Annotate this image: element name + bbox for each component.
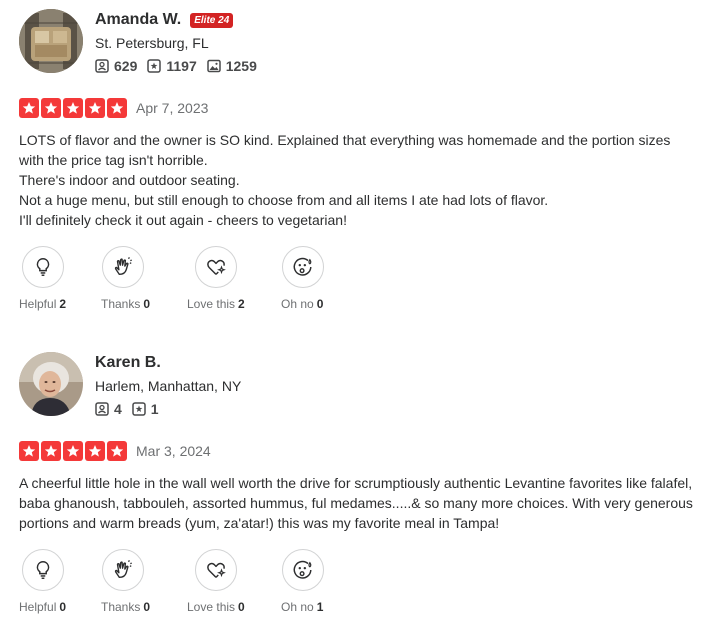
review-text: LOTS of flavor and the owner is SO kind.… [19, 130, 699, 230]
star-icon [63, 441, 83, 461]
star-icon [41, 98, 61, 118]
thanks-count: 0 [143, 297, 151, 311]
ohno-reaction: Oh no 0 [281, 246, 341, 311]
user-name[interactable]: Amanda W. [95, 11, 181, 29]
star-icon [41, 441, 61, 461]
review-date: Mar 3, 2024 [136, 443, 211, 459]
thanks-count: 0 [143, 600, 151, 614]
star-icon [19, 98, 39, 118]
surprised-face-icon [293, 257, 312, 276]
lightbulb-icon [36, 561, 50, 579]
friends-stat: 629 [95, 58, 137, 74]
ohno-count: 0 [316, 297, 324, 311]
clapping-hand-icon [114, 560, 132, 579]
reviews-count: 1 [150, 401, 159, 417]
heart-sparkle-icon [207, 259, 226, 275]
thanks-label: Thanks [101, 297, 141, 311]
user-name[interactable]: Karen B. [95, 354, 161, 372]
ohno-button[interactable] [282, 246, 324, 288]
review-line: There's indoor and outdoor seating. [19, 172, 240, 188]
user-passport: Amanda W. Elite 24 St. Petersburg, FL 62… [19, 9, 699, 77]
star-box-icon [147, 59, 162, 73]
star-icon [63, 98, 83, 118]
star-icon [107, 98, 127, 118]
love-label: Love this [187, 600, 236, 614]
review-card: Karen B. Harlem, Manhattan, NY 4 1 Mar 3… [19, 352, 699, 614]
star-rating [19, 441, 129, 461]
helpful-button[interactable] [22, 246, 64, 288]
review-line: LOTS of flavor and the owner is SO kind.… [19, 132, 671, 168]
user-passport: Karen B. Harlem, Manhattan, NY 4 1 [19, 352, 699, 420]
love-count: 2 [238, 297, 245, 311]
user-stats: 629 1197 1259 [95, 56, 267, 76]
thanks-reaction: Thanks 0 [101, 549, 187, 614]
friends-icon [95, 59, 109, 73]
reviews-count: 1197 [166, 58, 197, 74]
ohno-reaction: Oh no 1 [281, 549, 341, 614]
user-location: Harlem, Manhattan, NY [95, 378, 242, 394]
review-line: I'll definitely check it out again - che… [19, 212, 347, 228]
star-icon [107, 441, 127, 461]
helpful-reaction: Helpful 2 [19, 246, 71, 311]
love-reaction: Love this 2 [187, 246, 277, 311]
review-text: A cheerful little hole in the wall well … [19, 473, 699, 533]
thanks-reaction: Thanks 0 [101, 246, 187, 311]
user-stats: 4 1 [95, 399, 241, 419]
helpful-count: 0 [59, 600, 67, 614]
helpful-reaction: Helpful 0 [19, 549, 71, 614]
review-line: Not a huge menu, but still enough to cho… [19, 192, 549, 208]
helpful-label: Helpful [19, 600, 57, 614]
review-date: Apr 7, 2023 [136, 100, 209, 116]
review-line: A cheerful little hole in the wall well … [19, 475, 693, 531]
love-reaction: Love this 0 [187, 549, 277, 614]
thanks-button[interactable] [102, 549, 144, 591]
love-button[interactable] [195, 549, 237, 591]
helpful-button[interactable] [22, 549, 64, 591]
star-rating [19, 98, 129, 118]
avatar[interactable] [19, 352, 83, 416]
reaction-bar: Helpful 0 Thanks 0 Love this 0 Oh no 1 [19, 549, 699, 614]
star-box-icon [132, 402, 146, 416]
star-icon [85, 441, 105, 461]
ohno-label: Oh no [281, 297, 314, 311]
review-card: Amanda W. Elite 24 St. Petersburg, FL 62… [19, 9, 699, 311]
ohno-count: 1 [316, 600, 324, 614]
reviews-stat: 1197 [147, 58, 197, 74]
star-icon [19, 441, 39, 461]
ohno-button[interactable] [282, 549, 324, 591]
reviews-stat: 1 [132, 401, 159, 417]
clapping-hand-icon [114, 257, 132, 276]
ohno-label: Oh no [281, 600, 314, 614]
friends-icon [95, 402, 109, 416]
love-count: 0 [238, 600, 245, 614]
friends-count: 4 [114, 401, 122, 417]
love-label: Love this [187, 297, 236, 311]
star-icon [85, 98, 105, 118]
thanks-label: Thanks [101, 600, 141, 614]
photos-stat: 1259 [206, 58, 257, 74]
photos-count: 1259 [225, 58, 257, 74]
helpful-label: Helpful [19, 297, 57, 311]
love-button[interactable] [195, 246, 237, 288]
heart-sparkle-icon [207, 562, 226, 578]
reaction-bar: Helpful 2 Thanks 0 Love this 2 Oh no 0 [19, 246, 699, 311]
photo-icon [206, 59, 221, 73]
avatar[interactable] [19, 9, 83, 73]
helpful-count: 2 [59, 297, 67, 311]
friends-stat: 4 [95, 401, 122, 417]
surprised-face-icon [293, 560, 312, 579]
user-location: St. Petersburg, FL [95, 35, 209, 51]
lightbulb-icon [36, 258, 50, 276]
elite-badge[interactable]: Elite 24 [190, 12, 234, 28]
friends-count: 629 [114, 58, 138, 74]
thanks-button[interactable] [102, 246, 144, 288]
